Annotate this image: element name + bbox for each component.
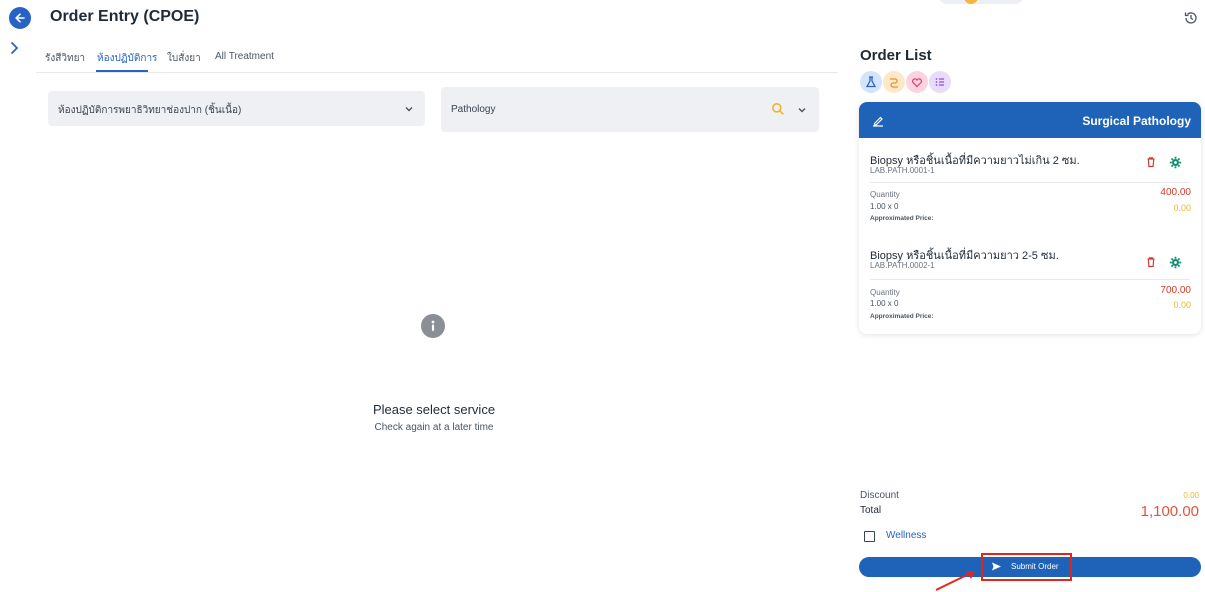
trash-icon[interactable] [1145, 256, 1157, 268]
order-card-header: Surgical Pathology [859, 102, 1201, 138]
tab-prescription[interactable]: ใบสั่งยา [167, 51, 201, 66]
tab-radiology[interactable]: รังสีวิทยา [45, 51, 85, 66]
order-card: Surgical Pathology Biopsy หรือชิ้นเนื้อท… [859, 102, 1201, 334]
laboratory-select-value: ห้องปฏิบัติการพยาธิวิทยาช่องปาก (ชิ้นเนื… [58, 105, 242, 116]
order-category-title: Surgical Pathology [1082, 114, 1191, 128]
order-type-tabs: รังสีวิทยา ห้องปฏิบัติการ ใบสั่งยา All T… [36, 47, 838, 73]
chevron-down-icon [405, 107, 413, 112]
annotation-arrow [935, 571, 975, 591]
discount-label: Discount [860, 490, 899, 501]
tab-all-treatment[interactable]: All Treatment [215, 51, 274, 62]
chevron-down-icon[interactable] [797, 105, 807, 115]
item-price: 700.00 [1160, 285, 1191, 296]
item-divider [870, 279, 1190, 280]
quantity-value: 1.00 x 0 [870, 299, 899, 308]
empty-state-subtitle: Check again at a later time [374, 422, 494, 433]
item-approximated-price: 0.00 [1173, 300, 1191, 310]
trash-icon[interactable] [1145, 156, 1157, 168]
info-icon [421, 314, 445, 338]
edit-icon[interactable] [871, 114, 885, 128]
item-price: 400.00 [1160, 187, 1191, 198]
order-entry-page: Order Entry (CPOE) รังสีวิทยา ห้องปฏิบัต… [0, 0, 1205, 592]
laboratory-select[interactable]: ห้องปฏิบัติการพยาธิวิทยาช่องปาก (ชิ้นเนื… [48, 91, 425, 126]
active-tab-indicator [96, 70, 148, 72]
top-overlay-pill [938, 0, 1024, 4]
history-icon[interactable] [1183, 10, 1199, 26]
submit-highlight-box [981, 553, 1072, 581]
arrow-left-icon [15, 13, 25, 23]
chevron-right-icon[interactable] [9, 41, 21, 55]
total-label: Total [860, 505, 882, 516]
search-icon[interactable] [771, 102, 785, 116]
list-icon[interactable] [929, 71, 951, 93]
approximated-price-label: Approximated Price: [870, 215, 934, 222]
gear-icon[interactable] [1169, 156, 1182, 169]
approximated-price-label: Approximated Price: [870, 313, 934, 320]
empty-state-title: Please select service [372, 402, 496, 417]
gear-icon[interactable] [1169, 256, 1182, 269]
tab-laboratory[interactable]: ห้องปฏิบัติการ [97, 51, 157, 66]
discount-value: 0.00 [1183, 491, 1199, 500]
wellness-label[interactable]: Wellness [886, 530, 926, 541]
route-icon[interactable] [883, 71, 905, 93]
heart-icon[interactable] [906, 71, 928, 93]
order-item-code: LAB.PATH.0002-1 [870, 261, 935, 270]
lab-flask-icon[interactable] [860, 71, 882, 93]
quantity-label: Quantity [870, 288, 900, 297]
back-button[interactable] [9, 7, 31, 29]
overlay-dot [964, 0, 978, 4]
item-approximated-price: 0.00 [1173, 203, 1191, 213]
wellness-checkbox[interactable] [864, 531, 875, 542]
service-search-value: Pathology [451, 104, 496, 115]
item-divider [870, 182, 1190, 183]
service-search-input[interactable]: Pathology [441, 87, 819, 132]
page-title: Order Entry (CPOE) [50, 8, 200, 25]
quantity-value: 1.00 x 0 [870, 202, 899, 211]
quantity-label: Quantity [870, 190, 900, 199]
order-item-code: LAB.PATH.0001-1 [870, 166, 935, 175]
order-list-title: Order List [860, 47, 932, 64]
total-value: 1,100.00 [1140, 503, 1199, 520]
